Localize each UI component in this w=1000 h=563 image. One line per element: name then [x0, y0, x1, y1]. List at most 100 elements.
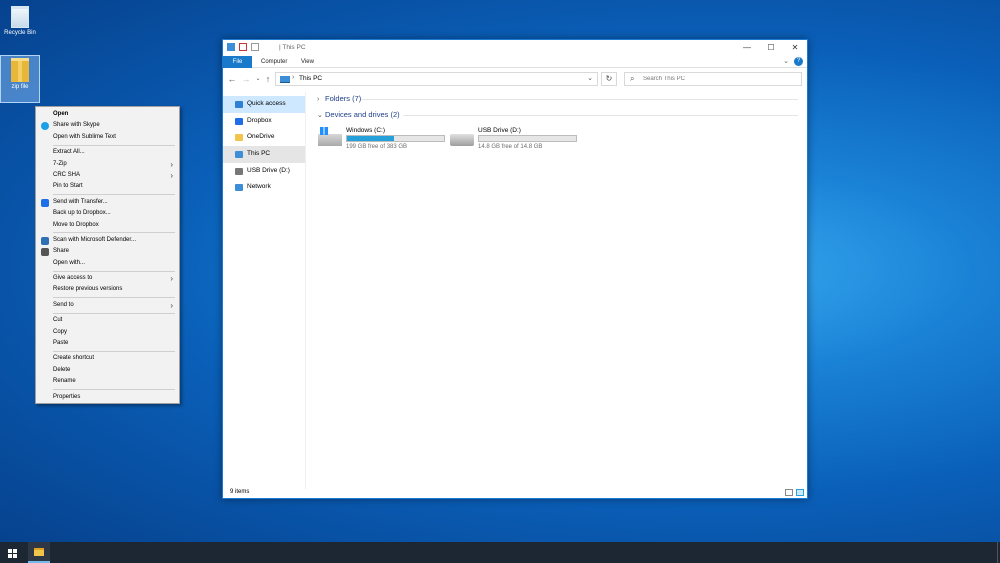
drive-name: Windows (C:): [346, 127, 386, 134]
sidebar-item-label: Quick access: [247, 100, 286, 107]
folders-group-header[interactable]: › Folders (7): [313, 92, 803, 106]
recent-locations-icon[interactable]: ⌄: [253, 72, 263, 86]
menu-item-label: Open with Sublime Text: [53, 133, 116, 140]
devices-group-header[interactable]: ⌄ Devices and drives (2): [313, 108, 803, 122]
forward-arrow-icon[interactable]: →: [241, 72, 251, 86]
tab-file[interactable]: File: [223, 56, 252, 68]
menu-separator: [53, 144, 175, 146]
menu-item-paste[interactable]: Paste: [36, 338, 179, 349]
menu-item-cut[interactable]: Cut: [36, 315, 179, 326]
sidebar-item-this-pc[interactable]: This PC: [223, 146, 305, 163]
menu-item-crc-sha[interactable]: CRC SHA ›: [36, 170, 179, 181]
menu-item-label: Share with Skype: [53, 122, 100, 129]
tab-view[interactable]: View: [293, 56, 322, 68]
sidebar-item-label: USB Drive (D:): [247, 166, 290, 174]
menu-item-label: Open: [53, 111, 69, 117]
tiles-view-icon[interactable]: [796, 489, 804, 496]
menu-item-properties[interactable]: Properties: [36, 392, 179, 403]
menu-item-label: Restore previous versions: [53, 286, 123, 293]
menu-item-scan-with-microsoft-defender[interactable]: Scan with Microsoft Defender...: [36, 235, 179, 246]
start-button[interactable]: [0, 542, 24, 563]
up-arrow-icon[interactable]: ↑: [263, 72, 273, 86]
menu-item-open-with-sublime-text[interactable]: Open with Sublime Text: [36, 132, 179, 143]
windows-logo-icon: [8, 549, 17, 558]
expand-ribbon-icon[interactable]: ⌄: [783, 57, 789, 66]
search-input[interactable]: [643, 74, 793, 84]
breadcrumb[interactable]: This PC: [299, 75, 322, 82]
help-icon[interactable]: ?: [794, 57, 803, 66]
menu-item-label: Copy: [53, 328, 68, 335]
tab-computer[interactable]: Computer: [253, 56, 295, 68]
title-bar[interactable]: | This PC — ☐ ✕: [223, 40, 807, 56]
minimize-button[interactable]: —: [735, 40, 759, 56]
menu-item-send-with-transfer[interactable]: Send with Transfer...: [36, 197, 179, 208]
menu-item-share-with-skype[interactable]: Share with Skype: [36, 120, 179, 131]
menu-item-label: Scan with Microsoft Defender...: [53, 236, 137, 243]
menu-item-send-to[interactable]: Send to ›: [36, 300, 179, 311]
refresh-button[interactable]: ↻: [601, 72, 617, 86]
ribbon: File Computer View ⌄ ?: [223, 56, 807, 68]
submenu-arrow-icon: ›: [170, 274, 173, 284]
address-bar[interactable]: › This PC ⌄: [275, 72, 598, 86]
status-bar: 9 items: [223, 487, 807, 498]
taskbar-file-explorer[interactable]: [28, 542, 50, 563]
menu-item-back-up-to-dropbox[interactable]: Back up to Dropbox...: [36, 208, 179, 219]
menu-item-move-to-dropbox[interactable]: Move to Dropbox: [36, 220, 179, 231]
devices-group-label: Devices and drives (2): [325, 110, 400, 119]
menu-item-label: Rename: [53, 378, 76, 385]
computer-icon: [280, 76, 290, 83]
drive-free-space: 14.8 GB free of 14.8 GB: [478, 144, 543, 150]
recycle-bin-shortcut[interactable]: Recycle Bin: [0, 3, 40, 37]
chevron-down-icon[interactable]: ⌄: [587, 74, 593, 82]
sidebar-item-label: Network: [247, 183, 271, 191]
recycle-bin-icon: [11, 6, 29, 28]
sidebar-item-network[interactable]: Network: [223, 179, 305, 196]
close-button[interactable]: ✕: [783, 40, 807, 56]
menu-item-label: Give access to: [53, 275, 93, 282]
usb-drive-icon: [450, 134, 474, 146]
menu-item-copy[interactable]: Copy: [36, 327, 179, 338]
menu-item-restore-previous-versions[interactable]: Restore previous versions: [36, 284, 179, 295]
menu-item-rename[interactable]: Rename: [36, 376, 179, 387]
menu-item-create-shortcut[interactable]: Create shortcut: [36, 353, 179, 364]
search-box[interactable]: ⌕: [624, 72, 802, 86]
dropbox-icon: [235, 117, 243, 125]
sidebar-item-usb-drive-d[interactable]: USB Drive (D:): [223, 163, 305, 180]
sidebar-item-label: This PC: [247, 150, 271, 158]
details-view-icon[interactable]: [785, 489, 793, 496]
chevron-down-icon: ⌄: [317, 112, 323, 119]
menu-item-give-access-to[interactable]: Give access to ›: [36, 273, 179, 284]
defender-icon: [41, 236, 49, 245]
menu-item-delete[interactable]: Delete: [36, 365, 179, 376]
file-explorer-window: | This PC — ☐ ✕ File Computer View ⌄ ? ←…: [222, 39, 808, 499]
sidebar-item-onedrive[interactable]: OneDrive: [223, 129, 305, 146]
menu-item-open[interactable]: Open: [36, 109, 179, 120]
properties-icon[interactable]: [239, 43, 247, 51]
drive-tile[interactable]: Windows (C:) 199 GB free of 383 GB: [318, 127, 448, 158]
window-title: | This PC: [279, 44, 306, 51]
menu-item-share[interactable]: Share: [36, 246, 179, 257]
search-icon: ⌕: [630, 74, 635, 83]
menu-separator: [53, 270, 175, 272]
menu-item-pin-to-start[interactable]: Pin to Start: [36, 181, 179, 192]
new-folder-icon[interactable]: [251, 43, 259, 51]
menu-item-7-zip[interactable]: 7-Zip ›: [36, 159, 179, 170]
zip-file-shortcut[interactable]: zip file: [0, 55, 40, 103]
recycle-bin-label: Recycle Bin: [4, 30, 36, 36]
usb-drive-icon: [235, 167, 243, 175]
sidebar-item-label: Dropbox: [247, 116, 272, 124]
menu-item-extract-all[interactable]: Extract All...: [36, 147, 179, 158]
menu-item-label: Share: [53, 248, 70, 255]
submenu-arrow-icon: ›: [170, 159, 173, 169]
sidebar-item-dropbox[interactable]: Dropbox: [223, 113, 305, 130]
maximize-button[interactable]: ☐: [759, 40, 783, 56]
menu-item-open-with[interactable]: Open with...: [36, 258, 179, 269]
back-arrow-icon[interactable]: ←: [227, 72, 237, 86]
folders-group-label: Folders (7): [325, 94, 362, 103]
quick-access-toolbar: [227, 43, 259, 51]
drive-tile[interactable]: USB Drive (D:) 14.8 GB free of 14.8 GB: [450, 127, 580, 158]
menu-item-label: Send with Transfer...: [53, 198, 108, 205]
sidebar-item-quick-access[interactable]: Quick access: [223, 96, 305, 113]
star-icon: [235, 101, 243, 108]
menu-item-label: Pin to Start: [53, 183, 83, 190]
